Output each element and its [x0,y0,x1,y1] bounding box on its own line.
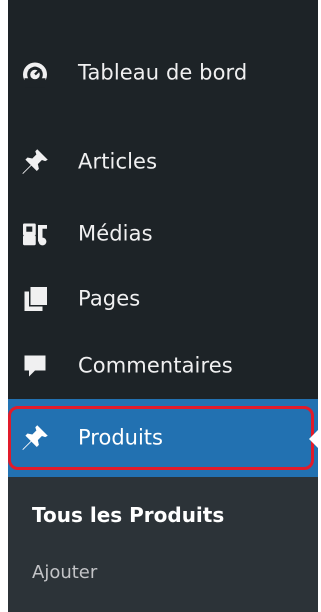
pages-icon [20,284,50,314]
menu-item-articles[interactable]: Articles [8,136,318,188]
admin-sidebar: Tableau de bord Articles Médias Pages Co… [8,0,318,612]
submenu-item-all-products[interactable]: Tous les Produits [32,503,224,527]
menu-item-label: Pages [78,286,141,311]
active-menu-pointer [309,430,318,448]
pin-icon [20,147,50,177]
screenshot-frame: Tableau de bord Articles Médias Pages Co… [0,0,321,612]
menu-item-medias[interactable]: Médias [8,208,318,260]
menu-item-label: Articles [78,149,158,174]
menu-item-products[interactable]: Produits [8,407,318,469]
comment-icon [20,351,50,381]
menu-item-label: Commentaires [78,353,233,378]
menu-item-dashboard[interactable]: Tableau de bord [8,47,318,99]
menu-item-label: Médias [78,221,153,246]
submenu-item-add-product[interactable]: Ajouter [32,562,97,583]
menu-item-products-container: Produits [8,399,318,477]
menu-item-pages[interactable]: Pages [8,273,318,325]
dashboard-icon [20,58,50,88]
menu-item-label: Produits [78,425,163,450]
menu-item-label: Tableau de bord [78,60,248,85]
products-submenu: Tous les Produits Ajouter [8,477,318,612]
menu-item-comments[interactable]: Commentaires [8,340,318,392]
media-icon [20,219,50,249]
pin-icon [20,423,50,453]
